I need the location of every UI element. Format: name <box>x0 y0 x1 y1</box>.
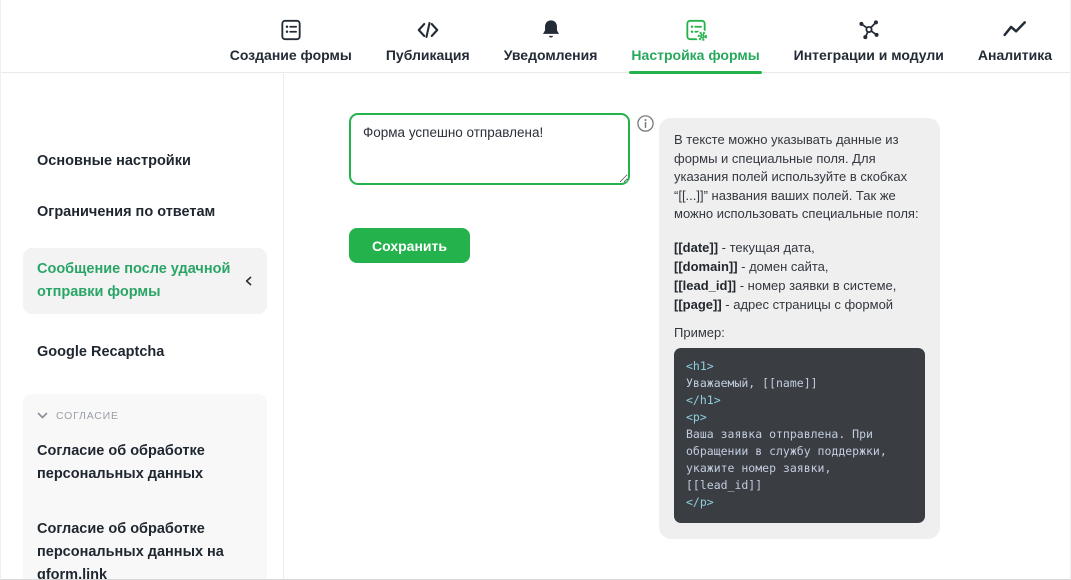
info-icon[interactable] <box>636 114 655 133</box>
code-line: Ваша заявка отправлена. При обращении в … <box>686 426 894 492</box>
chevron-left-icon <box>243 275 255 287</box>
code-line: <p> <box>686 409 707 424</box>
tab-analytics[interactable]: Аналитика <box>978 16 1052 72</box>
chevron-down-icon <box>37 407 48 425</box>
code-line: Уважаемый, [[name]] <box>686 375 818 390</box>
token-row: [[date]] - текущая дата, <box>674 238 925 257</box>
top-nav: Создание формы Публикация Уведомления На… <box>1 0 1070 74</box>
success-message-input[interactable]: Форма успешно отправлена! <box>349 113 630 185</box>
tab-label: Создание формы <box>229 47 352 63</box>
page: Создание формы Публикация Уведомления На… <box>0 0 1071 580</box>
sidebar-item-consent-qform[interactable]: Согласие об обработке персональных данны… <box>37 518 253 579</box>
tab-form-settings[interactable]: Настройка формы <box>629 16 762 74</box>
tab-label: Публикация <box>385 47 470 63</box>
token-name: [[page]] <box>674 296 722 312</box>
nodes-icon <box>856 16 882 43</box>
token-row: [[lead_id]] - номер заявки в системе, <box>674 276 925 295</box>
sidebar-item-response-limits[interactable]: Ограничения по ответам <box>37 201 263 224</box>
tab-form-builder[interactable]: Создание формы <box>230 16 352 72</box>
tab-integrations[interactable]: Интеграции и модули <box>794 16 944 72</box>
bell-icon <box>538 16 564 43</box>
tab-publication[interactable]: Публикация <box>386 16 470 72</box>
sidebar-item-consent-personal-data[interactable]: Согласие об обработке персональных данны… <box>37 440 253 486</box>
code-line: <h1> <box>686 358 714 373</box>
code-line: </h1> <box>686 392 721 407</box>
token-name: [[domain]] <box>674 258 738 274</box>
help-panel: В тексте можно указывать данные из формы… <box>659 118 940 539</box>
analytics-icon <box>1002 16 1028 43</box>
token-name: [[date]] <box>674 239 719 255</box>
tab-label: Интеграции и модули <box>793 47 944 63</box>
settings-sidebar: Основные настройки Ограничения по ответа… <box>1 74 284 579</box>
sidebar-item-main-settings[interactable]: Основные настройки <box>37 150 263 173</box>
token-name: [[lead_id]] <box>674 277 737 293</box>
code-example: <h1> Уважаемый, [[name]] </h1> <p> Ваша … <box>674 347 925 523</box>
tab-notifications[interactable]: Уведомления <box>503 16 598 72</box>
form-icon <box>278 16 304 43</box>
code-icon <box>415 16 441 43</box>
tab-label: Аналитика <box>977 47 1052 63</box>
tab-label: Настройка формы <box>631 47 760 63</box>
sidebar-item-recaptcha[interactable]: Google Recaptcha <box>37 341 263 364</box>
main-content: Форма успешно отправлена! Сохранить В те… <box>285 74 1070 579</box>
sidebar-item-success-message[interactable]: Сообщение после удачной отправки формы <box>23 248 267 314</box>
token-desc: - текущая дата, <box>718 239 815 255</box>
consent-section-title: СОГЛАСИЕ <box>56 410 119 422</box>
help-intro-text: В тексте можно указывать данные из формы… <box>674 132 919 221</box>
tab-label: Уведомления <box>503 47 598 63</box>
token-list: [[date]] - текущая дата, [[domain]] - до… <box>674 238 925 314</box>
consent-section-header[interactable]: СОГЛАСИЕ <box>37 407 253 425</box>
token-desc: - домен сайта, <box>737 258 829 274</box>
example-label: Пример: <box>674 324 725 340</box>
form-settings-icon <box>683 16 709 43</box>
token-desc: - адрес страницы с формой <box>721 296 894 312</box>
token-row: [[page]] - адрес страницы с формой <box>674 295 925 314</box>
save-button[interactable]: Сохранить <box>349 228 470 263</box>
code-line: </p> <box>686 494 714 509</box>
sidebar-item-label: Сообщение после удачной отправки формы <box>37 261 231 300</box>
token-row: [[domain]] - домен сайта, <box>674 257 925 276</box>
sidebar-section-consent: СОГЛАСИЕ Согласие об обработке персональ… <box>23 394 267 579</box>
token-desc: - номер заявки в системе, <box>736 277 897 293</box>
